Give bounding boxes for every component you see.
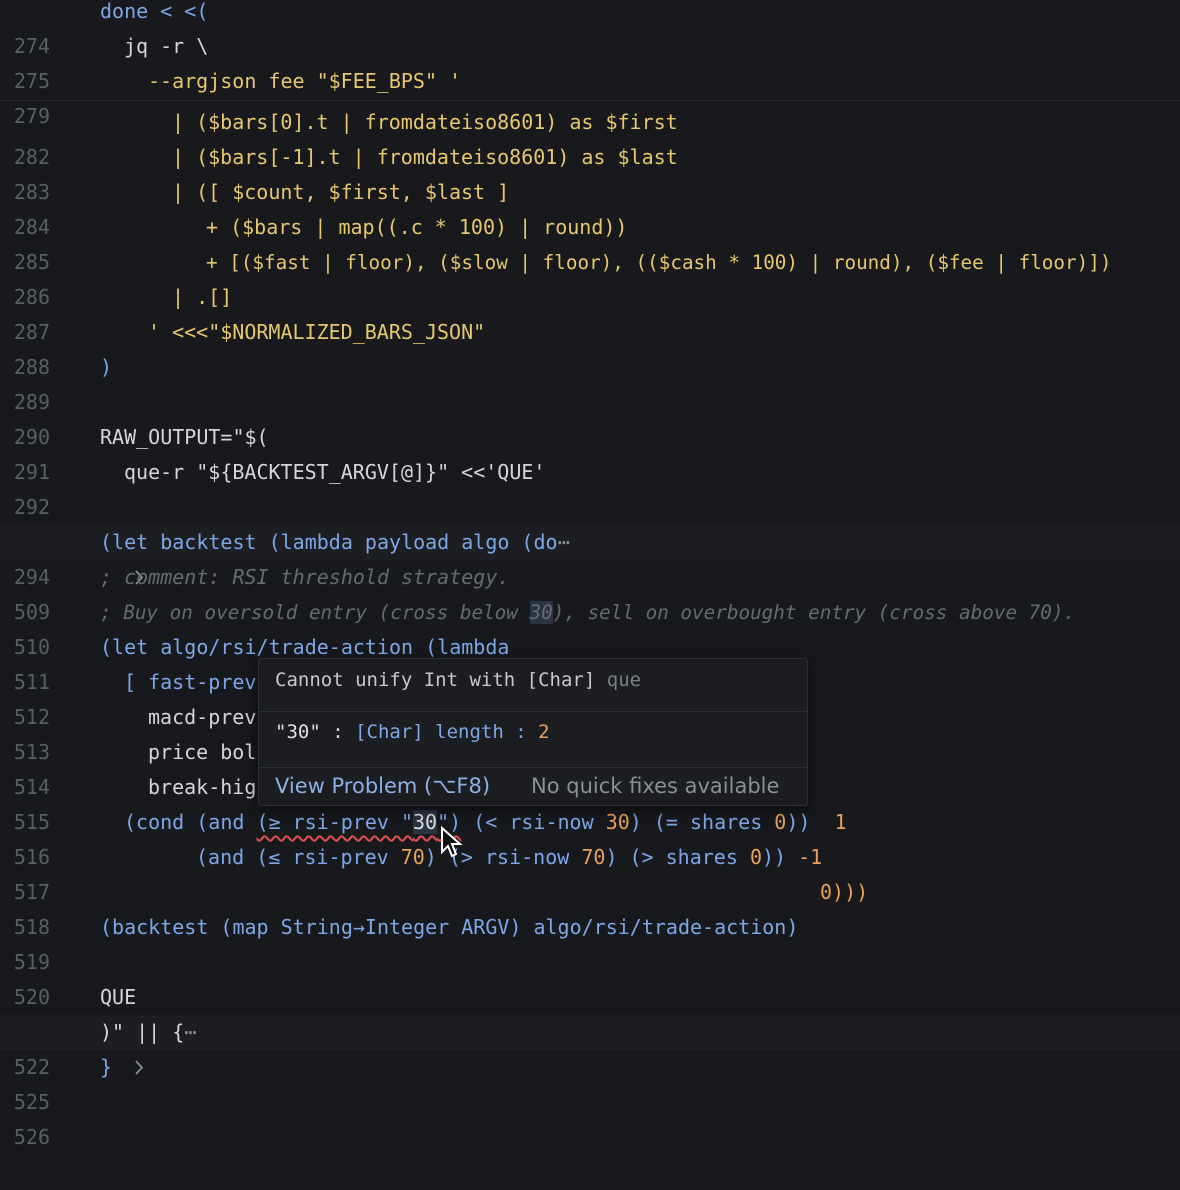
code-text: ' <<<"$NORMALIZED_BARS_JSON" [148,320,486,344]
code-line-517[interactable]: 517 (and (≤ rsi-prev 70) (> rsi-now 70) … [0,840,1180,904]
sticky-line[interactable]: 279 --argjson fee "$FEE_BPS" ' [0,64,1180,128]
popup-status-bar: View Problem (⌥F8) No quick fixes availa… [259,767,807,806]
diagnostic-source: que [606,669,642,691]
code-text: macd-prev [148,705,257,729]
comment-text: ; comment: RSI threshold strategy. [100,565,510,589]
sticky-line[interactable]: 274 done < <( [0,0,1180,58]
code-text: break-hig [148,775,257,799]
code-line-509[interactable]: 509 ; comment: RSI threshold strategy. [0,560,1180,624]
diagnostic-message: Cannot unify Int with [Char] que [275,669,642,691]
code-text: QUE [100,985,137,1009]
line-number: 279 [13,104,50,128]
code-text: | ($bars[-1].t | fromdateiso8601) as $la… [172,145,678,169]
code-text: | .[] [172,285,233,309]
divider [259,711,807,712]
code-text: RAW_OUTPUT="$( [100,425,269,449]
code-line-288[interactable]: 288 ' <<<"$NORMALIZED_BARS_JSON" [0,315,1180,379]
code-line-521[interactable]: 521 QUE [0,980,1180,1044]
sticky-scroll-header[interactable]: 274 done < <( 275 jq -r \ 279 --argjson … [0,0,1180,128]
code-line-287[interactable]: 287 | .[] [0,280,1180,344]
code-text: + [($fast | floor), ($slow | floor), (($… [206,251,1112,274]
code-text: ) [100,355,113,379]
code-text: que-r "${BACKTEST_ARGV[@]}" <<'QUE' [124,460,546,484]
comment-text: ; Buy on oversold entry (cross below 30)… [100,601,1076,624]
code-text: } [100,1055,113,1079]
line-number: 526 [13,1125,50,1149]
code-text: | ([ $count, $first, $last ] [172,180,510,204]
type-info: "30" : [Char] length : 2 [275,721,550,743]
sticky-line[interactable]: 275 jq -r \ [0,29,1180,93]
folded-ellipsis-icon[interactable]: ⋯ [184,1020,196,1044]
code-text: 0))) [820,880,869,904]
code-line-519[interactable]: 519 (backtest (map String→Integer ARGV) … [0,910,1180,974]
highlighted-occurrence: 30 [529,601,553,624]
code-text: [ fast-prev [124,670,257,694]
code-line-516[interactable]: 516 (cond (and (≥ rsi-prev "30") (< rsi-… [0,805,1180,869]
code-line-290[interactable]: 290 [0,385,1180,449]
diagnostic-hover-popup[interactable]: Cannot unify Int with [Char] que "30" : … [258,658,808,806]
error-squiggle[interactable]: (≥ rsi-prev "30") [256,810,461,834]
code-text: done < <( [100,0,209,23]
code-line-520[interactable]: 520 [0,945,1180,1009]
mouse-pointer-icon [440,825,464,867]
code-text: (and (≤ rsi-prev 70) (> rsi-now 70) (> s… [196,845,823,869]
code-text: )" || {⋯ [100,1020,197,1044]
code-text: price bol [148,740,257,764]
code-line-291[interactable]: 291 RAW_OUTPUT="$( [0,420,1180,484]
no-quick-fixes-text: No quick fixes available [531,774,780,798]
selected-string: 30 [413,810,438,834]
view-problem-link[interactable]: View Problem (⌥F8) [275,774,490,798]
code-line-293[interactable]: 293 [0,490,1180,554]
code-line-292[interactable]: 292 que-r "${BACKTEST_ARGV[@]}" <<'QUE' [0,455,1180,519]
code-line-522[interactable]: 522 )" || {⋯ [0,1015,1180,1079]
code-editor[interactable]: 282 | ($bars[0].t | fromdateiso8601) as … [0,0,1180,1149]
code-line-285[interactable]: 285 + ($bars | map((.c * 100) | round)) [0,210,1180,274]
folded-ellipsis-icon[interactable]: ⋯ [558,530,570,554]
code-line-525[interactable]: 525 } [0,1050,1180,1114]
code-line-282[interactable]: 282 | ($bars[0].t | fromdateiso8601) as … [0,105,1180,169]
code-text: (let backtest (lambda payload algo (do⋯ [100,530,570,554]
code-line-283[interactable]: 283 | ($bars[-1].t | fromdateiso8601) as… [0,140,1180,204]
code-text: | ($bars[0].t | fromdateiso8601) as $fir… [172,110,678,134]
code-line-518[interactable]: 518 0))) [0,875,1180,939]
code-text: (cond (and (≥ rsi-prev "30") (< rsi-now … [124,810,847,834]
code-text: + ($bars | map((.c * 100) | round)) [206,215,628,239]
code-line-286[interactable]: 286 + [($fast | floor), ($slow | floor),… [0,245,1180,309]
code-text: (backtest (map String→Integer ARGV) algo… [100,915,799,939]
code-text: --argjson fee "$FEE_BPS" ' [148,69,462,93]
code-text: jq -r \ [124,34,209,58]
code-line-294[interactable]: 294 (let backtest (lambda payload algo (… [0,525,1180,589]
code-line-284[interactable]: 284 | ([ $count, $first, $last ] [0,175,1180,239]
code-line-526[interactable]: 526 [0,1085,1180,1149]
code-line-289[interactable]: 289 ) [0,350,1180,414]
code-line-510[interactable]: 510 ; Buy on oversold entry (cross below… [0,595,1180,659]
